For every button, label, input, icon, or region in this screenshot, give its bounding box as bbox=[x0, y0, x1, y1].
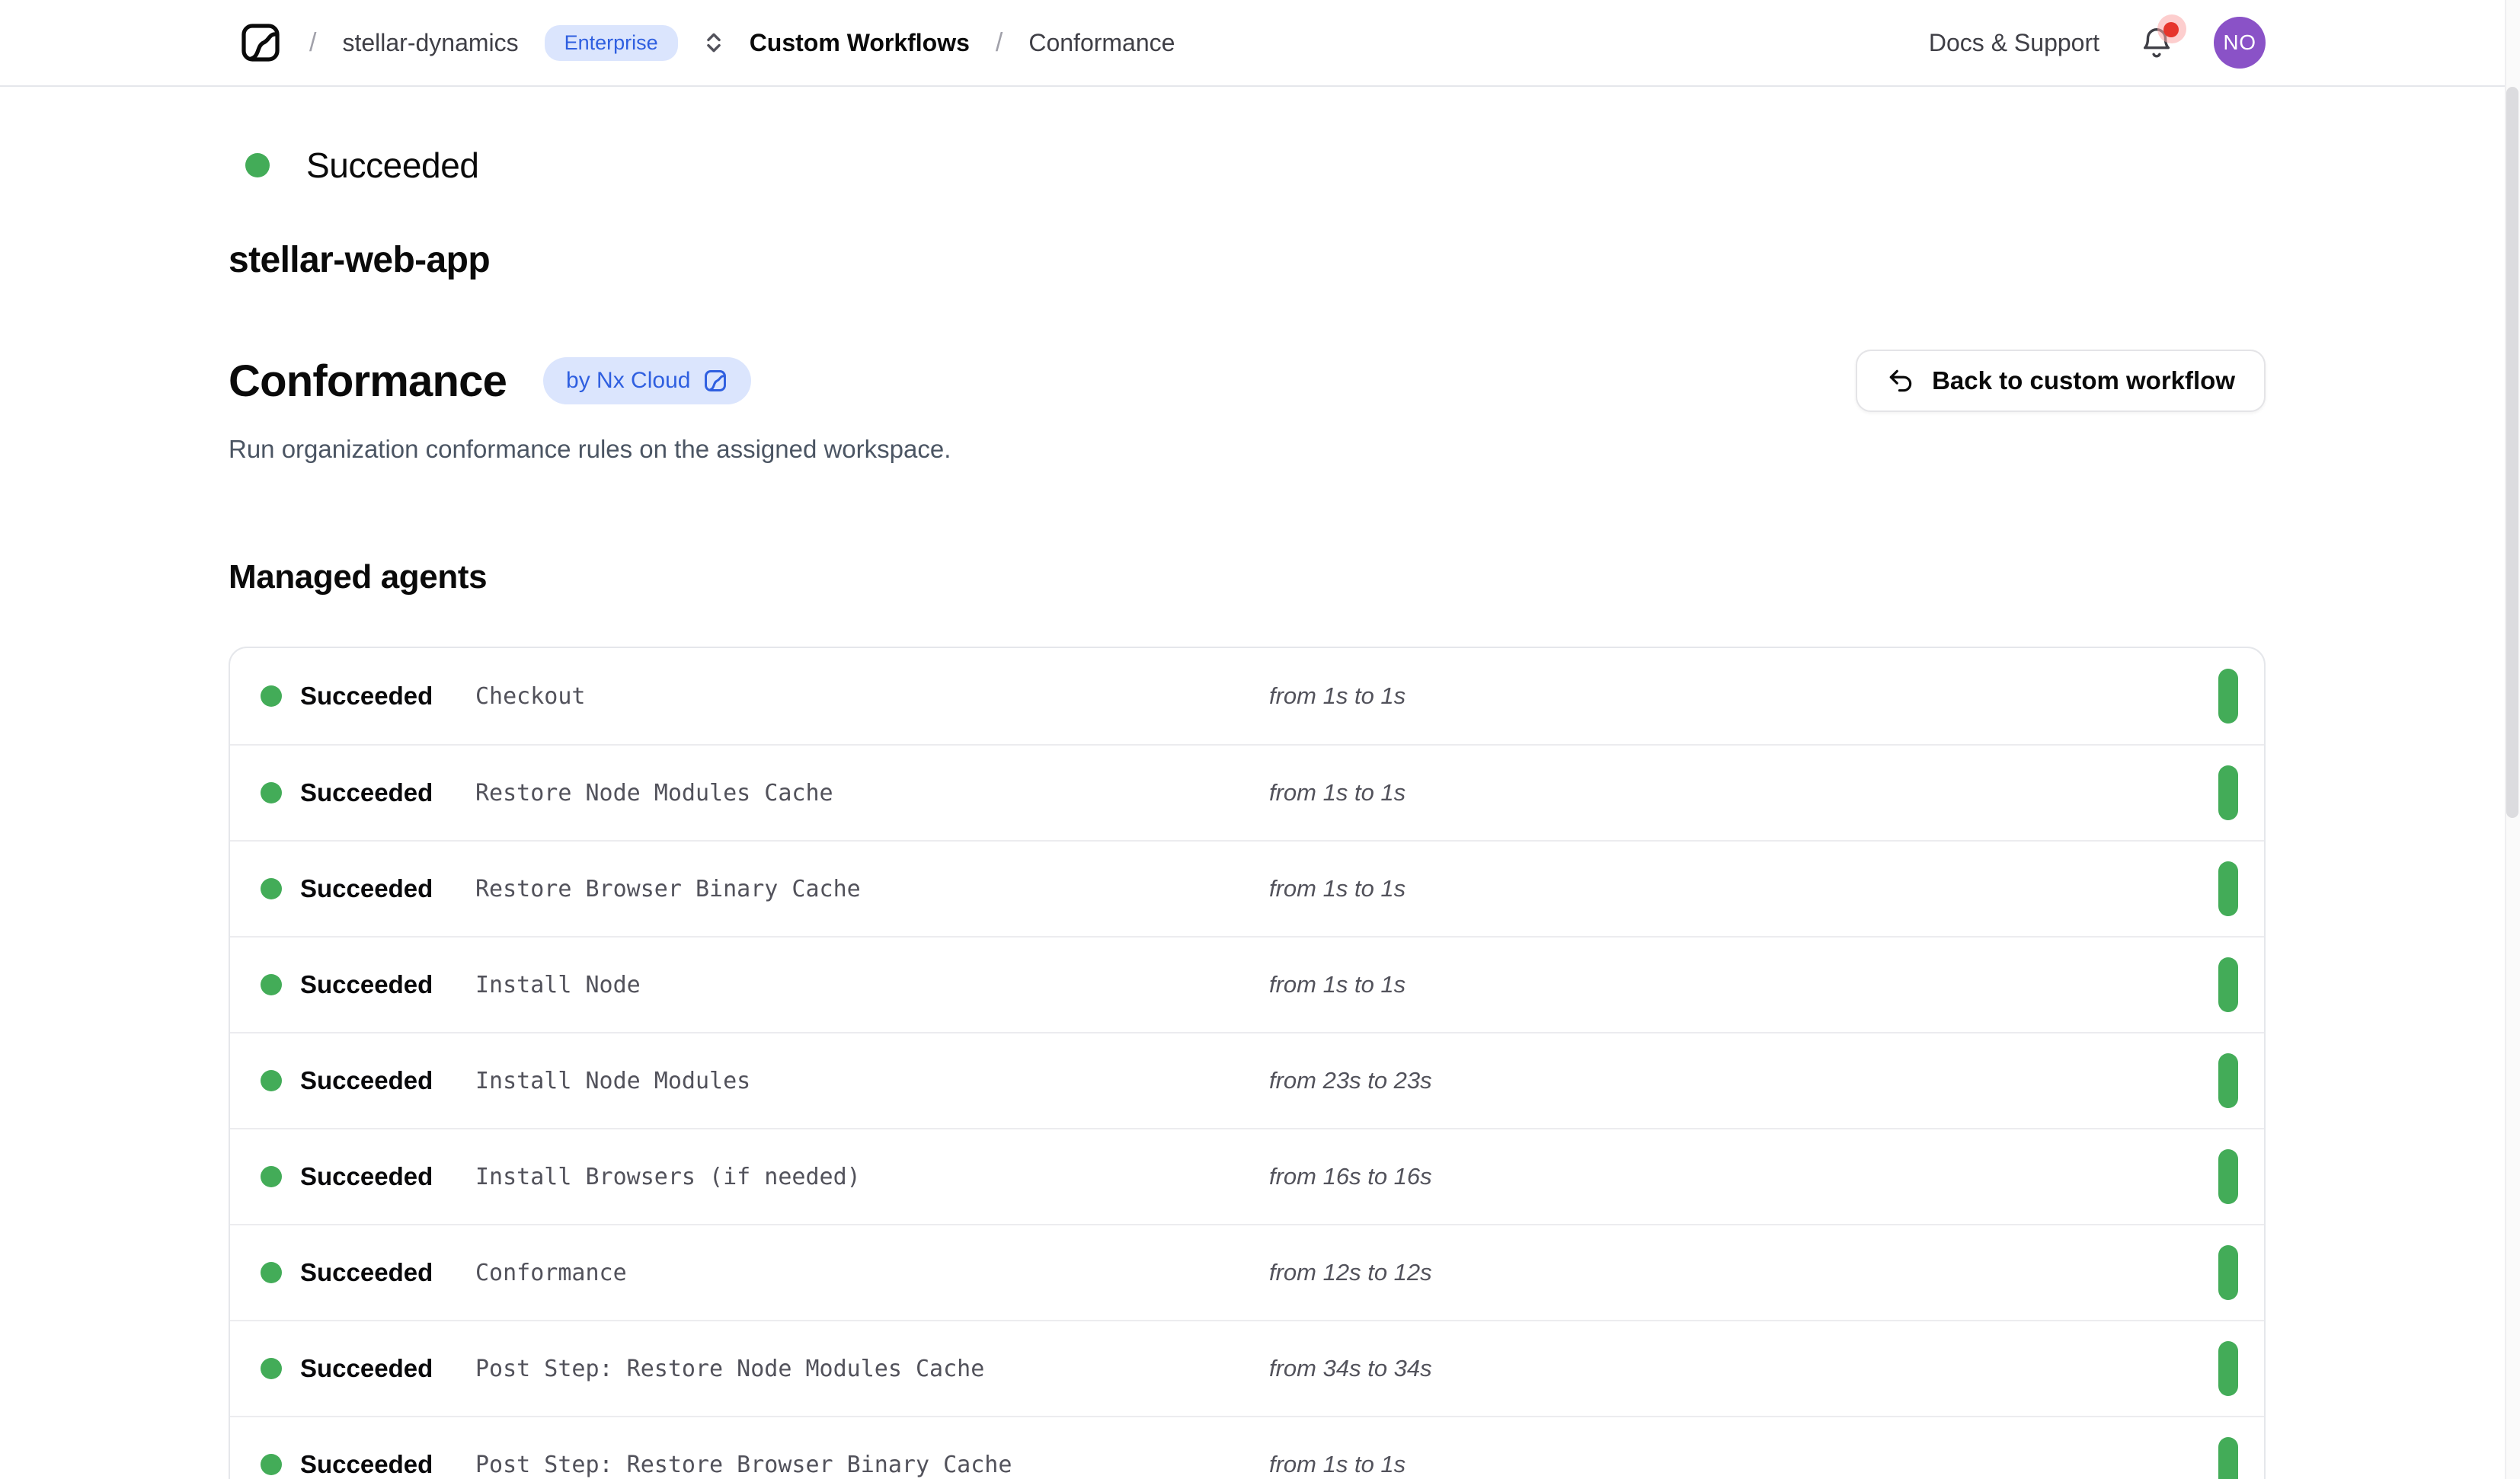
row-step-name: Restore Node Modules Cache bbox=[475, 780, 1269, 807]
navbar-actions: Docs & Support NO bbox=[1929, 17, 2266, 69]
agent-step-row[interactable]: Succeeded Checkout from 1s to 1s bbox=[230, 648, 2264, 744]
managed-agents-title: Managed agents bbox=[229, 558, 2266, 596]
row-time-range: from 1s to 1s bbox=[1269, 682, 2218, 710]
status-dot-icon bbox=[261, 1454, 282, 1475]
back-button-label: Back to custom workflow bbox=[1932, 366, 2235, 395]
row-step-name: Post Step: Restore Node Modules Cache bbox=[475, 1356, 1269, 1382]
row-step-name: Install Browsers (if needed) bbox=[475, 1164, 1269, 1190]
agent-step-row[interactable]: Succeeded Post Step: Restore Node Module… bbox=[230, 1320, 2264, 1416]
row-duration-bar bbox=[2218, 669, 2238, 724]
row-duration-bar bbox=[2218, 765, 2238, 820]
breadcrumb-separator: / bbox=[996, 28, 1003, 58]
notification-dot bbox=[2163, 22, 2179, 37]
main-content: Succeeded stellar-web-app Conformance by… bbox=[229, 87, 2266, 1479]
row-step-name: Checkout bbox=[475, 683, 1269, 710]
docs-support-link[interactable]: Docs & Support bbox=[1929, 29, 2099, 57]
row-status-label: Succeeded bbox=[300, 970, 475, 999]
agent-step-row[interactable]: Succeeded Restore Browser Binary Cache f… bbox=[230, 840, 2264, 936]
agents-list: Succeeded Checkout from 1s to 1s Succeed… bbox=[229, 647, 2266, 1479]
row-duration-bar bbox=[2218, 1341, 2238, 1396]
row-time-range: from 12s to 12s bbox=[1269, 1259, 2218, 1286]
row-duration-bar bbox=[2218, 1245, 2238, 1300]
workflow-description: Run organization conformance rules on th… bbox=[229, 435, 2266, 464]
row-time-range: from 34s to 34s bbox=[1269, 1355, 2218, 1382]
row-time-range: from 23s to 23s bbox=[1269, 1067, 2218, 1094]
breadcrumb-section[interactable]: Custom Workflows bbox=[750, 29, 970, 57]
row-time-range: from 1s to 1s bbox=[1269, 971, 2218, 998]
row-status-label: Succeeded bbox=[300, 874, 475, 903]
back-to-custom-workflow-button[interactable]: Back to custom workflow bbox=[1856, 350, 2266, 412]
row-status-label: Succeeded bbox=[300, 1354, 475, 1383]
row-step-name: Conformance bbox=[475, 1260, 1269, 1286]
provider-badge-label: by Nx Cloud bbox=[566, 368, 690, 394]
status-dot-icon bbox=[261, 878, 282, 899]
workflow-title-row: Conformance by Nx Cloud bbox=[229, 350, 2266, 412]
row-status-label: Succeeded bbox=[300, 1450, 475, 1479]
status-label: Succeeded bbox=[306, 145, 479, 186]
status-dot-icon bbox=[245, 153, 270, 177]
row-duration-bar bbox=[2218, 957, 2238, 1012]
row-step-name: Post Step: Restore Browser Binary Cache bbox=[475, 1452, 1269, 1478]
status-dot-icon bbox=[261, 1070, 282, 1091]
breadcrumb-org[interactable]: stellar-dynamics bbox=[342, 29, 518, 57]
row-step-name: Restore Browser Binary Cache bbox=[475, 876, 1269, 902]
breadcrumb-separator: / bbox=[309, 28, 316, 58]
row-status-label: Succeeded bbox=[300, 1162, 475, 1191]
row-duration-bar bbox=[2218, 1437, 2238, 1479]
agent-step-row[interactable]: Succeeded Conformance from 12s to 12s bbox=[230, 1224, 2264, 1320]
status-dot-icon bbox=[261, 974, 282, 995]
row-step-name: Install Node bbox=[475, 972, 1269, 998]
row-status-label: Succeeded bbox=[300, 778, 475, 807]
undo-arrow-icon bbox=[1886, 366, 1915, 395]
breadcrumb: / stellar-dynamics Enterprise Custom Wor… bbox=[238, 20, 1175, 65]
chevron-up-down-icon[interactable] bbox=[701, 30, 727, 56]
row-duration-bar bbox=[2218, 1053, 2238, 1108]
scrollbar-thumb[interactable] bbox=[2506, 87, 2518, 818]
status-dot-icon bbox=[261, 685, 282, 707]
row-status-label: Succeeded bbox=[300, 1258, 475, 1287]
row-status-label: Succeeded bbox=[300, 682, 475, 711]
provider-badge[interactable]: by Nx Cloud bbox=[543, 357, 751, 404]
run-status: Succeeded bbox=[245, 145, 2266, 186]
agent-step-row[interactable]: Succeeded Install Browsers (if needed) f… bbox=[230, 1128, 2264, 1224]
app-window: / stellar-dynamics Enterprise Custom Wor… bbox=[0, 0, 2520, 1479]
row-time-range: from 1s to 1s bbox=[1269, 779, 2218, 807]
user-avatar[interactable]: NO bbox=[2214, 17, 2266, 69]
breadcrumb-page: Conformance bbox=[1028, 29, 1175, 57]
nx-cloud-logo-icon bbox=[702, 368, 728, 394]
agent-step-row[interactable]: Succeeded Restore Node Modules Cache fro… bbox=[230, 744, 2264, 840]
agent-step-row[interactable]: Succeeded Install Node Modules from 23s … bbox=[230, 1032, 2264, 1128]
agent-step-row[interactable]: Succeeded Post Step: Restore Browser Bin… bbox=[230, 1416, 2264, 1479]
app-name-title: stellar-web-app bbox=[229, 239, 2266, 281]
status-dot-icon bbox=[261, 1262, 282, 1283]
row-time-range: from 1s to 1s bbox=[1269, 875, 2218, 902]
plan-badge: Enterprise bbox=[545, 25, 678, 61]
status-dot-icon bbox=[261, 782, 282, 803]
nx-cloud-logo-icon[interactable] bbox=[238, 20, 283, 65]
row-time-range: from 16s to 16s bbox=[1269, 1163, 2218, 1190]
row-step-name: Install Node Modules bbox=[475, 1068, 1269, 1094]
notifications-button[interactable] bbox=[2139, 25, 2174, 60]
row-time-range: from 1s to 1s bbox=[1269, 1451, 2218, 1478]
status-dot-icon bbox=[261, 1358, 282, 1379]
status-dot-icon bbox=[261, 1166, 282, 1187]
agent-step-row[interactable]: Succeeded Install Node from 1s to 1s bbox=[230, 936, 2264, 1032]
row-duration-bar bbox=[2218, 861, 2238, 916]
top-navbar: / stellar-dynamics Enterprise Custom Wor… bbox=[0, 0, 2520, 87]
workflow-title: Conformance bbox=[229, 356, 507, 407]
row-duration-bar bbox=[2218, 1149, 2238, 1204]
scrollbar[interactable] bbox=[2505, 0, 2520, 1479]
row-status-label: Succeeded bbox=[300, 1066, 475, 1095]
